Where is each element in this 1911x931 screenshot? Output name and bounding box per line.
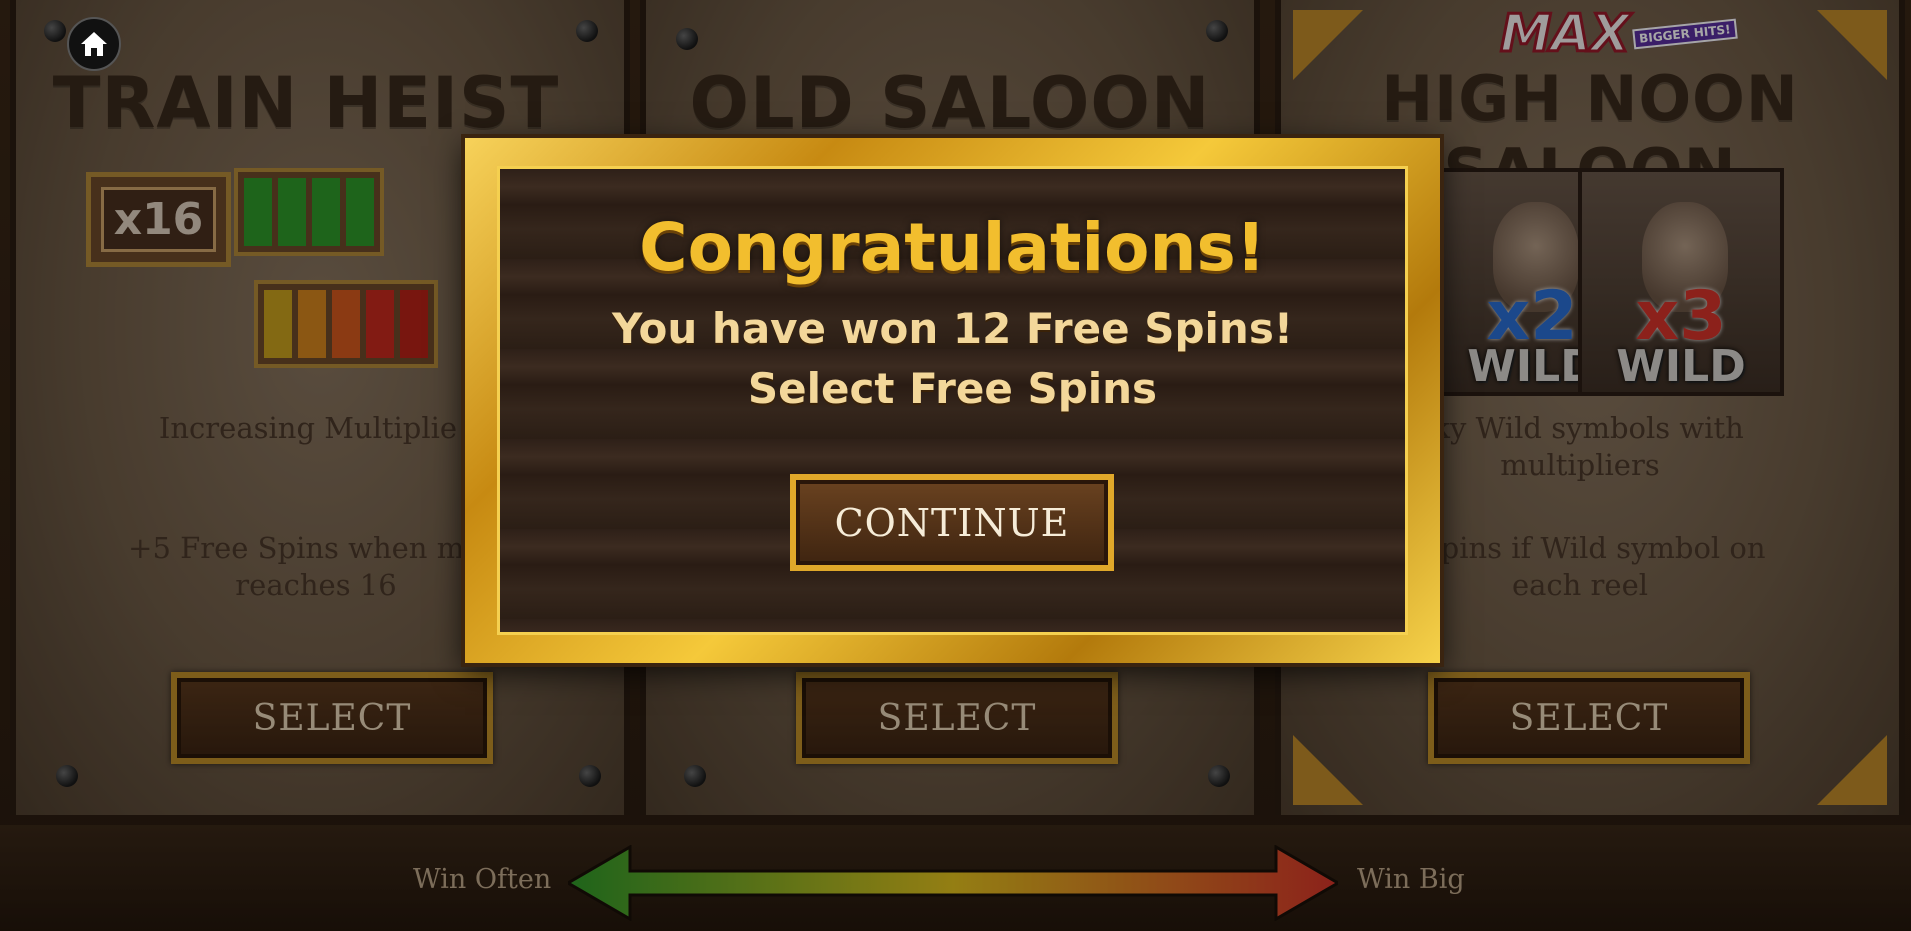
free-spins-modal: Congratulations! You have won 12 Free Sp… [465,138,1440,663]
home-button[interactable] [67,17,121,71]
game-background: TRAIN HEIST x16 Increasing Multiplie +5 … [0,0,1911,931]
modal-title: Congratulations! [639,209,1266,286]
modal-panel: Congratulations! You have won 12 Free Sp… [497,166,1408,635]
continue-button[interactable]: CONTINUE [790,474,1114,571]
home-icon [81,32,107,56]
modal-instruction: Select Free Spins [747,364,1158,413]
modal-win-message: You have won 12 Free Spins! [612,304,1293,353]
